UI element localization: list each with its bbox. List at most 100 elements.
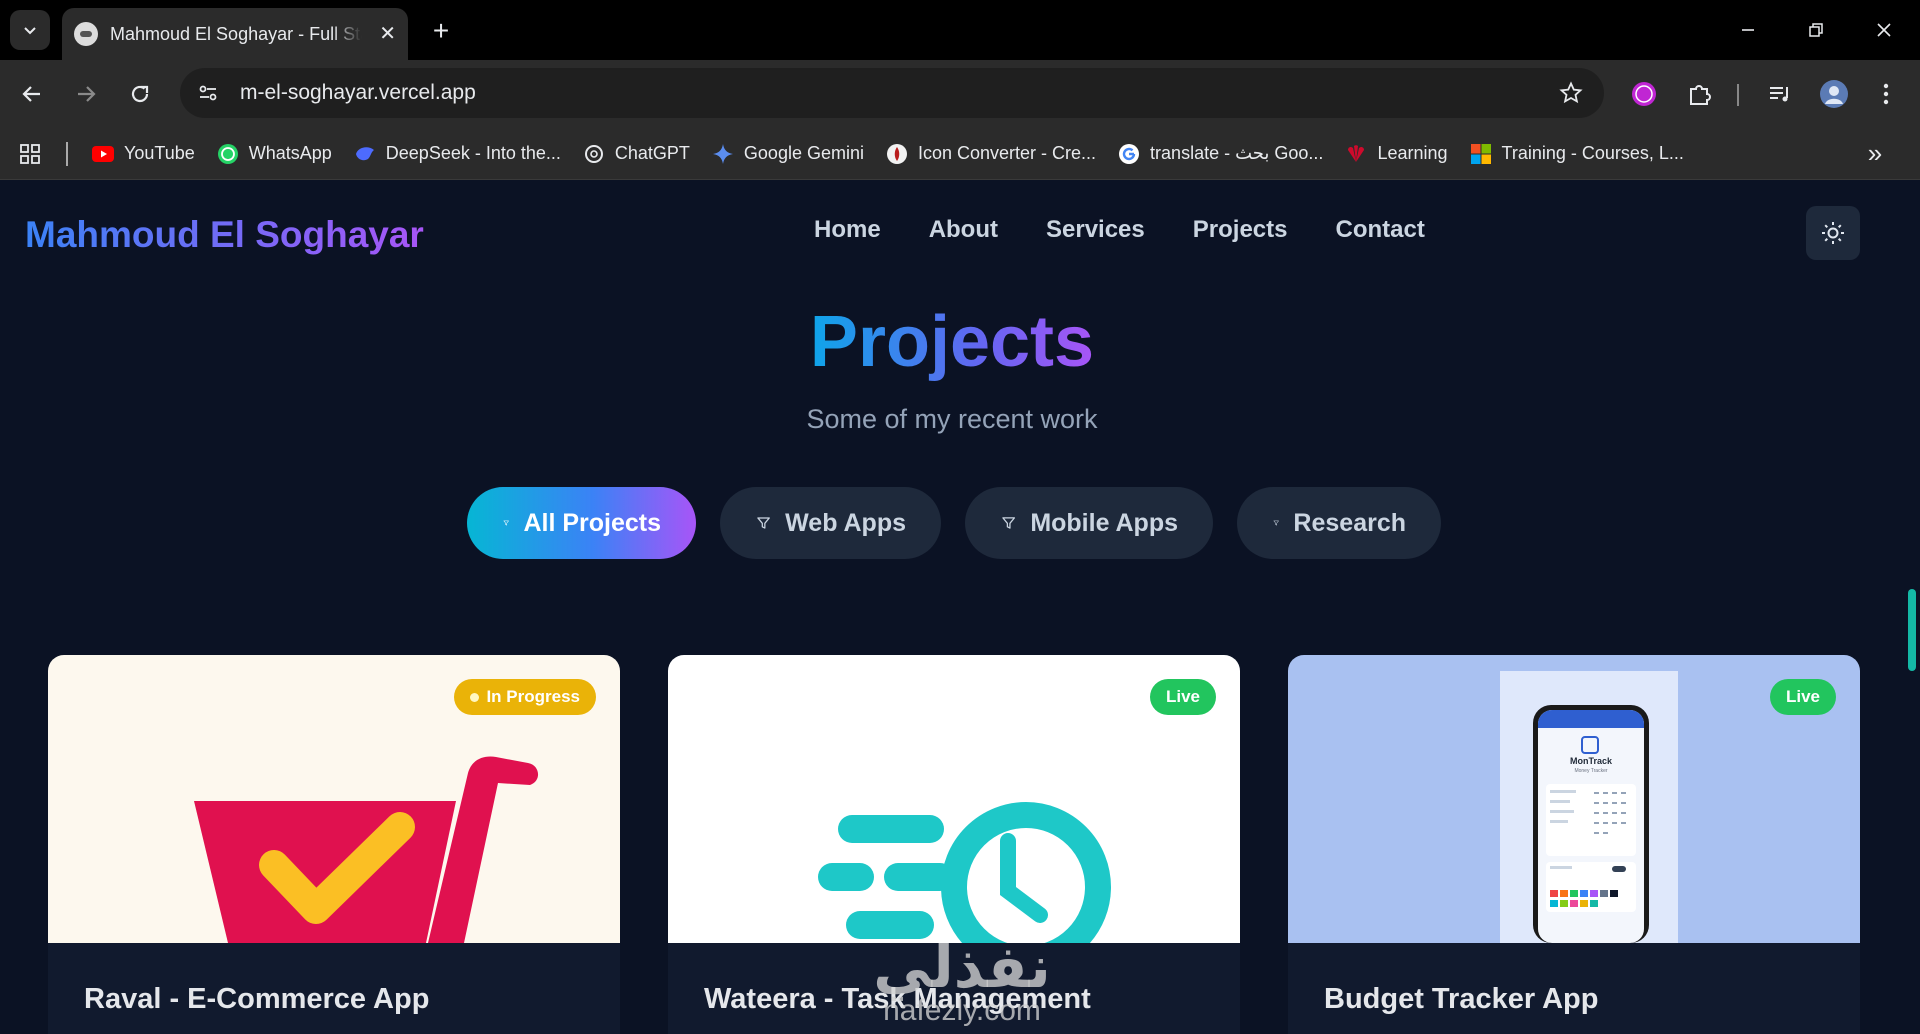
scrollbar-thumb[interactable] [1908,589,1916,671]
browser-toolbar: m-el-soghayar.vercel.app [0,60,1920,128]
page-title: Projects [809,302,1095,382]
project-card[interactable]: MonTrack Money Tracker Live Budget Track… [1288,655,1860,1034]
bookmark-deepseek[interactable]: DeepSeek - Into the... [344,134,573,174]
phone-app-subtitle: Money Tracker [1574,768,1608,774]
browser-tab[interactable]: Mahmoud El Soghayar - Full Stack ✕ [62,8,408,60]
project-filters: All Projects Web Apps Mobile Apps Resear… [467,487,1441,559]
status-badge: Live [1149,679,1216,715]
arrow-right-icon [78,86,96,102]
theme-toggle-button[interactable] [1806,206,1860,260]
minimize-button[interactable] [1716,8,1780,52]
bookmark-label: YouTube [124,143,195,163]
gemini-icon [712,143,734,165]
filter-mobile-apps[interactable]: Mobile Apps [965,487,1213,559]
filter-icon [757,517,770,529]
language-reactor-icon [1632,82,1656,106]
bookmark-label: DeepSeek - Into the... [385,143,561,163]
section-heading: Projects [0,301,1904,383]
close-window-button[interactable] [1852,8,1916,52]
phone-colors-panel [1546,862,1636,912]
status-badge: In Progress [454,679,596,715]
bookmark-chatgpt[interactable]: ChatGPT [573,134,702,174]
project-image-raval: In Progress [48,655,620,943]
minimize-icon [1742,29,1754,31]
bookmark-learning[interactable]: Learning [1335,134,1459,174]
puzzle-icon [1690,85,1711,105]
star-icon [1559,81,1583,104]
bookmark-training[interactable]: Training - Courses, L... [1460,134,1696,174]
apps-grid-icon [20,143,40,164]
main-nav: Home About Services Projects Contact [814,216,1425,244]
status-badge: Live [1769,679,1836,715]
reload-icon [131,85,149,103]
site-info-button[interactable] [188,73,228,113]
filter-all-projects[interactable]: All Projects [467,487,696,559]
reload-button[interactable] [120,74,160,114]
apps-button[interactable] [8,134,52,174]
youtube-icon [92,143,114,165]
bookmark-gemini[interactable]: Google Gemini [702,134,876,174]
project-title: Budget Tracker App [1324,983,1599,1015]
filter-icon [1273,520,1279,526]
project-image-budget-tracker: MonTrack Money Tracker Live [1288,655,1860,943]
icon-converter-icon [886,143,908,165]
back-button[interactable] [12,74,52,114]
filter-web-apps[interactable]: Web Apps [720,487,941,559]
phone-mockup: MonTrack Money Tracker [1533,705,1649,943]
media-controls-button[interactable] [1760,74,1800,114]
toolbar-divider [1737,84,1739,106]
bookmarks-bar: YouTube WhatsApp DeepSeek - Into the... … [0,128,1920,180]
tab-title: Mahmoud El Soghayar - Full Stack [110,23,362,44]
bookmark-youtube[interactable]: YouTube [82,134,207,174]
nav-about[interactable]: About [929,216,998,244]
nav-projects[interactable]: Projects [1193,216,1288,244]
filter-label: Mobile Apps [1030,508,1178,537]
chevron-down-icon [24,27,36,35]
close-tab-icon[interactable]: ✕ [379,24,396,44]
page-scrollbar[interactable] [1904,181,1920,1034]
project-cards: In Progress Raval - E-Commerce App Live … [48,655,1860,1034]
browser-menu-button[interactable] [1866,74,1906,114]
google-icon [1118,143,1140,165]
project-title: Raval - E-Commerce App [84,983,430,1015]
filter-research[interactable]: Research [1237,487,1441,559]
tab-strip: Mahmoud El Soghayar - Full Stack ✕ + [0,0,1920,60]
more-bookmarks-button[interactable]: » [1858,136,1892,170]
phone-app-name: MonTrack [1569,756,1612,766]
forward-button[interactable] [66,74,106,114]
bookmark-star-button[interactable] [1556,78,1586,108]
more-vertical-icon [1883,83,1889,105]
restore-button[interactable] [1784,8,1848,52]
new-tab-button[interactable]: + [424,14,458,48]
project-card[interactable]: In Progress Raval - E-Commerce App [48,655,620,1034]
bookmark-whatsapp[interactable]: WhatsApp [207,134,344,174]
section-subtitle: Some of my recent work [806,404,1098,434]
tune-icon [199,85,217,101]
bookmarks-divider [66,141,68,166]
page-content: Mahmoud El Soghayar Home About Services … [0,181,1904,1034]
tab-search-button[interactable] [10,10,50,50]
bookmark-icon-converter[interactable]: Icon Converter - Cre... [876,134,1108,174]
avatar [1820,80,1848,108]
filter-icon [503,520,509,526]
app-logo-icon [1581,736,1599,754]
address-bar[interactable]: m-el-soghayar.vercel.app [180,68,1604,118]
extension-lr-button[interactable] [1624,74,1664,114]
bookmark-translate[interactable]: translate - بحث Goo... [1108,134,1335,174]
nav-contact[interactable]: Contact [1335,216,1424,244]
bookmark-label: Learning [1377,143,1448,163]
project-title: Wateera - Task Management [704,983,1091,1015]
project-card[interactable]: Live Wateera - Task Management [668,655,1240,1034]
bookmark-label: translate - بحث Goo... [1150,143,1324,163]
profile-button[interactable] [1814,74,1854,114]
site-brand[interactable]: Mahmoud El Soghayar [25,214,424,256]
url-text: m-el-soghayar.vercel.app [240,81,476,104]
bookmark-label: ChatGPT [614,143,690,163]
sun-icon [1822,222,1844,244]
nav-services[interactable]: Services [1046,216,1145,244]
nav-home[interactable]: Home [814,216,881,244]
microsoft-icon [1470,143,1492,165]
project-image-wateera: Live [668,655,1240,943]
extensions-button[interactable] [1680,74,1720,114]
restore-icon [1809,23,1823,37]
